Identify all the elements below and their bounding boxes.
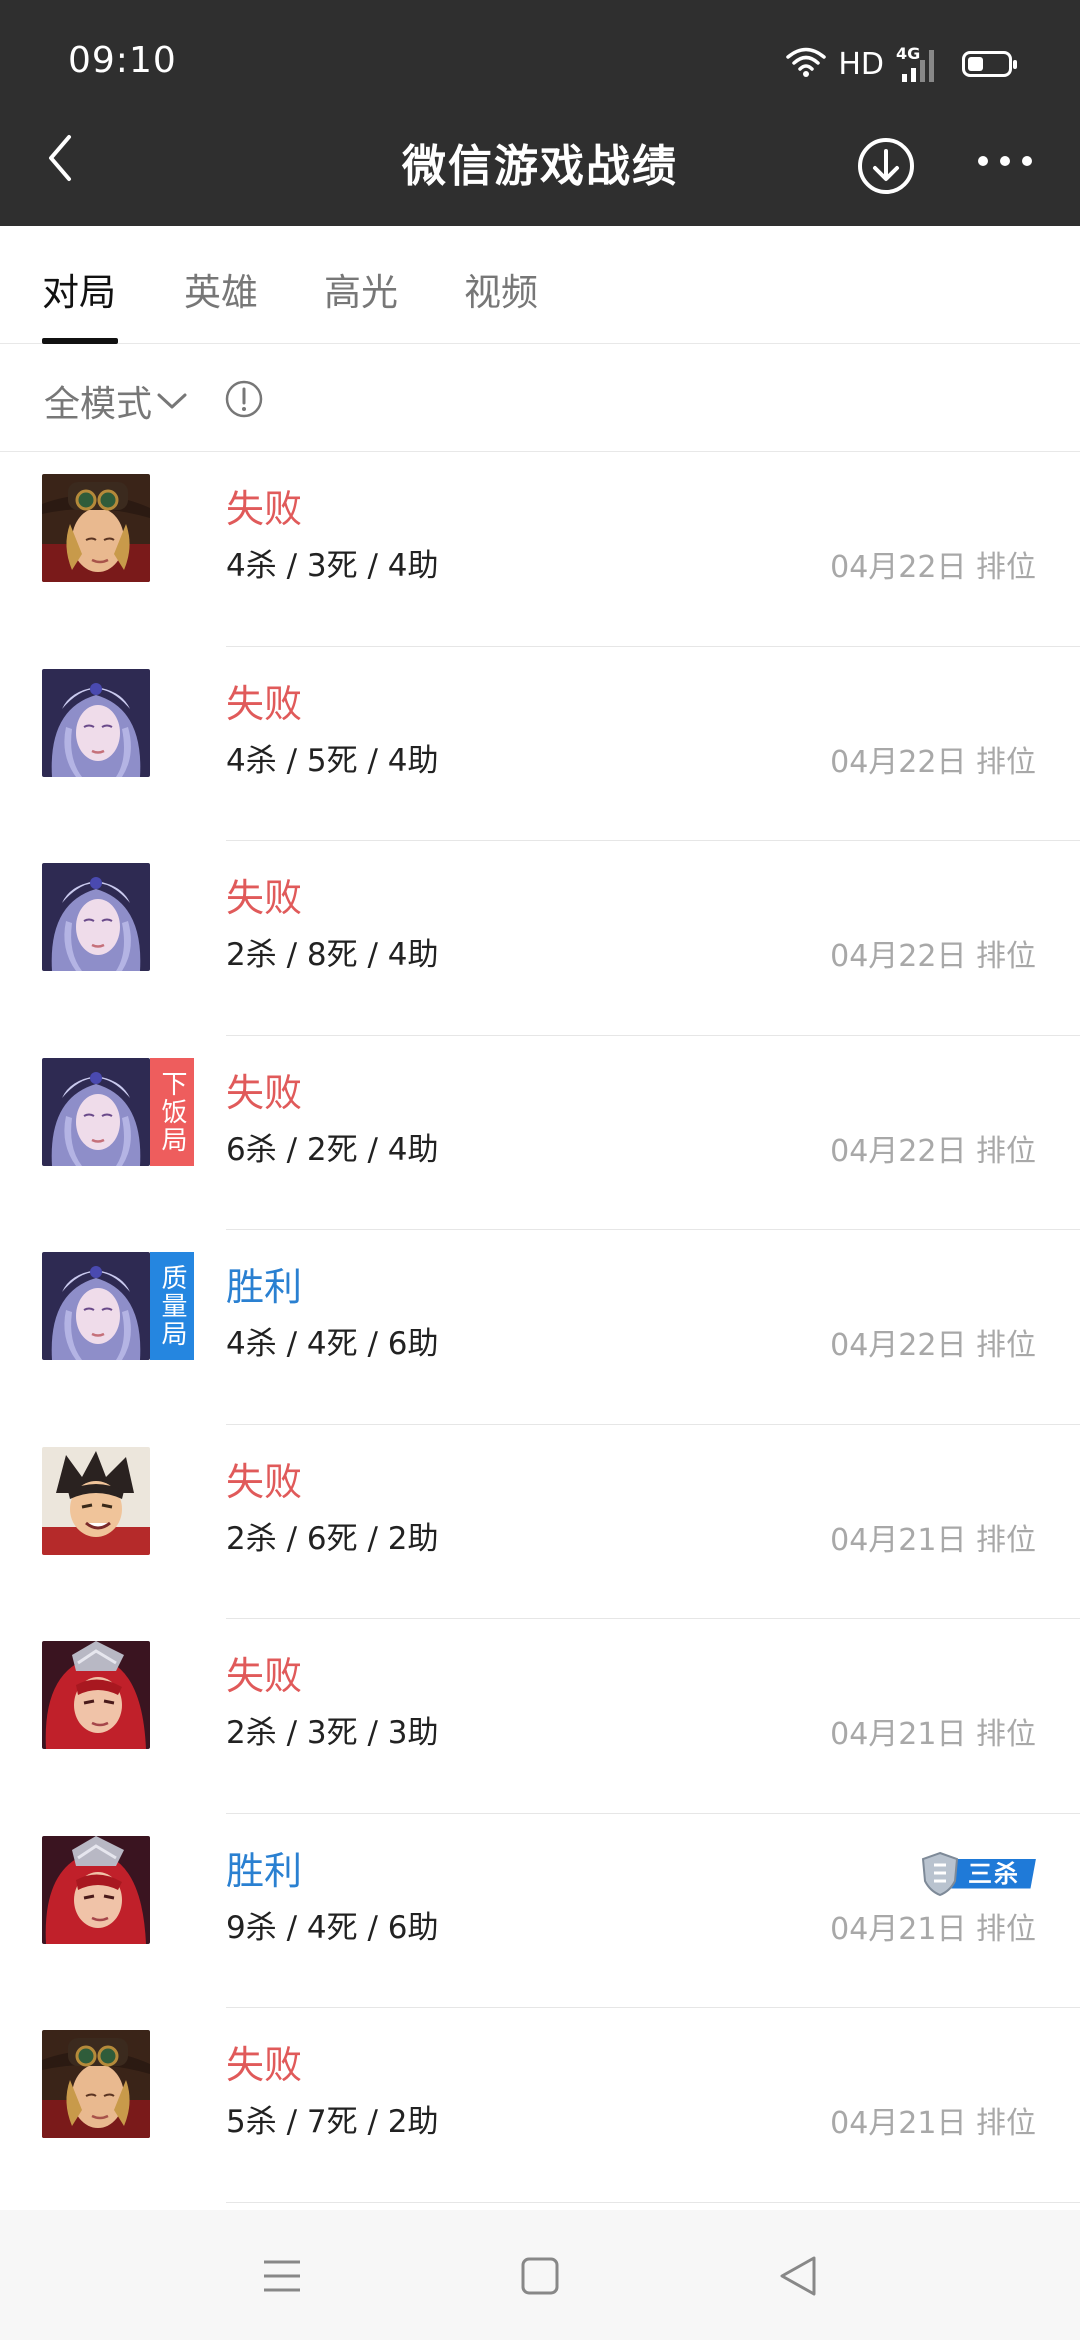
mode-dropdown[interactable]: 全模式 — [44, 375, 188, 427]
match-row[interactable]: 失败 4杀 / 3死 / 4助 04月22日 排位 — [0, 452, 1080, 647]
battery-fill — [968, 57, 983, 71]
match-row[interactable]: 失败 2杀 / 6死 / 2助 04月21日 排位 — [0, 1425, 1080, 1620]
hero-avatar — [42, 1835, 150, 1944]
match-date-mode: 04月22日 排位 — [830, 1328, 1036, 1363]
hero-avatar — [42, 863, 150, 971]
download-icon — [858, 138, 914, 194]
match-result: 失败 — [226, 1459, 303, 1504]
shield-icon — [920, 1851, 960, 1897]
menu-icon — [264, 2260, 300, 2292]
mode-label: 全模式 — [44, 384, 153, 425]
match-result: 失败 — [226, 876, 303, 920]
active-tab-indicator — [42, 338, 118, 344]
tab-bar: 对局 英雄 高光 视频 — [0, 226, 1080, 344]
tab-matches[interactable]: 对局 — [42, 262, 116, 316]
status-icons: HD 4G — [786, 44, 1017, 84]
tab-highlights[interactable]: 高光 — [324, 262, 398, 316]
match-result: 胜利 — [226, 1848, 303, 1893]
match-quality-tag: 质量局 — [150, 1252, 194, 1360]
home-square-icon — [521, 2257, 559, 2295]
more-icon — [978, 156, 1032, 166]
match-row[interactable]: 下饭局 失败 6杀 / 2死 / 4助 04月22日 排位 — [0, 1036, 1080, 1231]
tab-heroes[interactable]: 英雄 — [184, 262, 258, 316]
info-icon — [225, 380, 263, 418]
info-button[interactable] — [224, 379, 264, 419]
chevron-down-icon — [157, 393, 187, 409]
match-result: 失败 — [226, 681, 303, 726]
match-result: 失败 — [226, 1654, 303, 1698]
match-kda: 2杀 / 6死 / 2助 — [226, 1520, 439, 1557]
hd-indicator: HD — [838, 46, 884, 82]
hero-avatar — [42, 2030, 150, 2138]
match-row[interactable]: 失败 4杀 / 5死 / 4助 04月22日 排位 — [0, 647, 1080, 842]
back-triangle-icon — [780, 2256, 816, 2296]
match-row[interactable]: 胜利 9杀 / 4死 / 6助 三杀 04月21日 排位 — [0, 1814, 1080, 2009]
match-row[interactable]: 质量局 胜利 4杀 / 4死 / 6助 04月22日 排位 — [0, 1230, 1080, 1425]
status-time: 09:10 — [68, 40, 177, 81]
page-title: 微信游戏战绩 — [402, 141, 678, 192]
match-kda: 4杀 / 3死 / 4助 — [226, 548, 439, 584]
hero-avatar — [42, 1446, 150, 1555]
match-kda: 6杀 / 2死 / 4助 — [226, 1131, 439, 1168]
system-nav-bar — [0, 2210, 1080, 2340]
match-date-mode: 04月21日 排位 — [830, 1522, 1036, 1558]
match-result: 失败 — [226, 1070, 303, 1115]
match-result: 失败 — [226, 487, 303, 531]
wifi-icon — [786, 46, 827, 82]
hero-avatar — [42, 1252, 150, 1360]
match-result: 失败 — [226, 2043, 303, 2087]
match-date-mode: 04月22日 排位 — [830, 550, 1036, 585]
system-back-button[interactable] — [768, 2246, 828, 2306]
match-kda: 2杀 / 8死 / 4助 — [226, 937, 439, 973]
match-date-mode: 04月21日 排位 — [830, 1911, 1036, 1947]
download-button[interactable] — [856, 136, 916, 196]
battery-icon — [962, 51, 1017, 77]
match-row[interactable]: 失败 2杀 / 8死 / 4助 04月22日 排位 — [0, 841, 1080, 1036]
menu-button[interactable] — [252, 2246, 312, 2306]
match-date-mode: 04月22日 排位 — [830, 939, 1036, 974]
match-kda: 4杀 / 4死 / 6助 — [226, 1326, 439, 1362]
hero-avatar — [42, 474, 150, 582]
match-kda: 5杀 / 7死 / 2助 — [226, 2104, 439, 2140]
filter-row: 全模式 — [0, 345, 1080, 452]
hero-avatar — [42, 1057, 150, 1166]
match-list: 失败 4杀 / 3死 / 4助 04月22日 排位 失败 4杀 / 5死 / 4助 04… — [0, 452, 1080, 2203]
match-result: 胜利 — [226, 1265, 303, 1309]
match-kda: 9杀 / 4死 / 6助 — [226, 1909, 439, 1946]
home-button[interactable] — [510, 2246, 570, 2306]
signal-icon: 4G — [896, 44, 940, 84]
match-date-mode: 04月21日 排位 — [830, 1717, 1036, 1752]
match-row[interactable]: 失败 2杀 / 3死 / 3助 04月21日 排位 — [0, 1619, 1080, 1814]
multikill-badge: 三杀 — [920, 1851, 1036, 1897]
match-kda: 4杀 / 5死 / 4助 — [226, 742, 439, 779]
match-date-mode: 04月22日 排位 — [830, 744, 1036, 780]
hero-avatar — [42, 1641, 150, 1749]
top-bar: 09:10 HD 4G 微信游戏战绩 — [0, 0, 1080, 226]
match-row[interactable]: 失败 5杀 / 7死 / 2助 04月21日 排位 — [0, 2008, 1080, 2203]
match-date-mode: 04月22日 排位 — [830, 1133, 1036, 1169]
match-kda: 2杀 / 3死 / 3助 — [226, 1715, 439, 1751]
match-date-mode: 04月21日 排位 — [830, 2106, 1036, 2141]
tab-videos[interactable]: 视频 — [464, 262, 538, 316]
match-quality-tag: 下饭局 — [150, 1057, 194, 1166]
hero-avatar — [42, 668, 150, 777]
more-button[interactable] — [970, 136, 1040, 186]
